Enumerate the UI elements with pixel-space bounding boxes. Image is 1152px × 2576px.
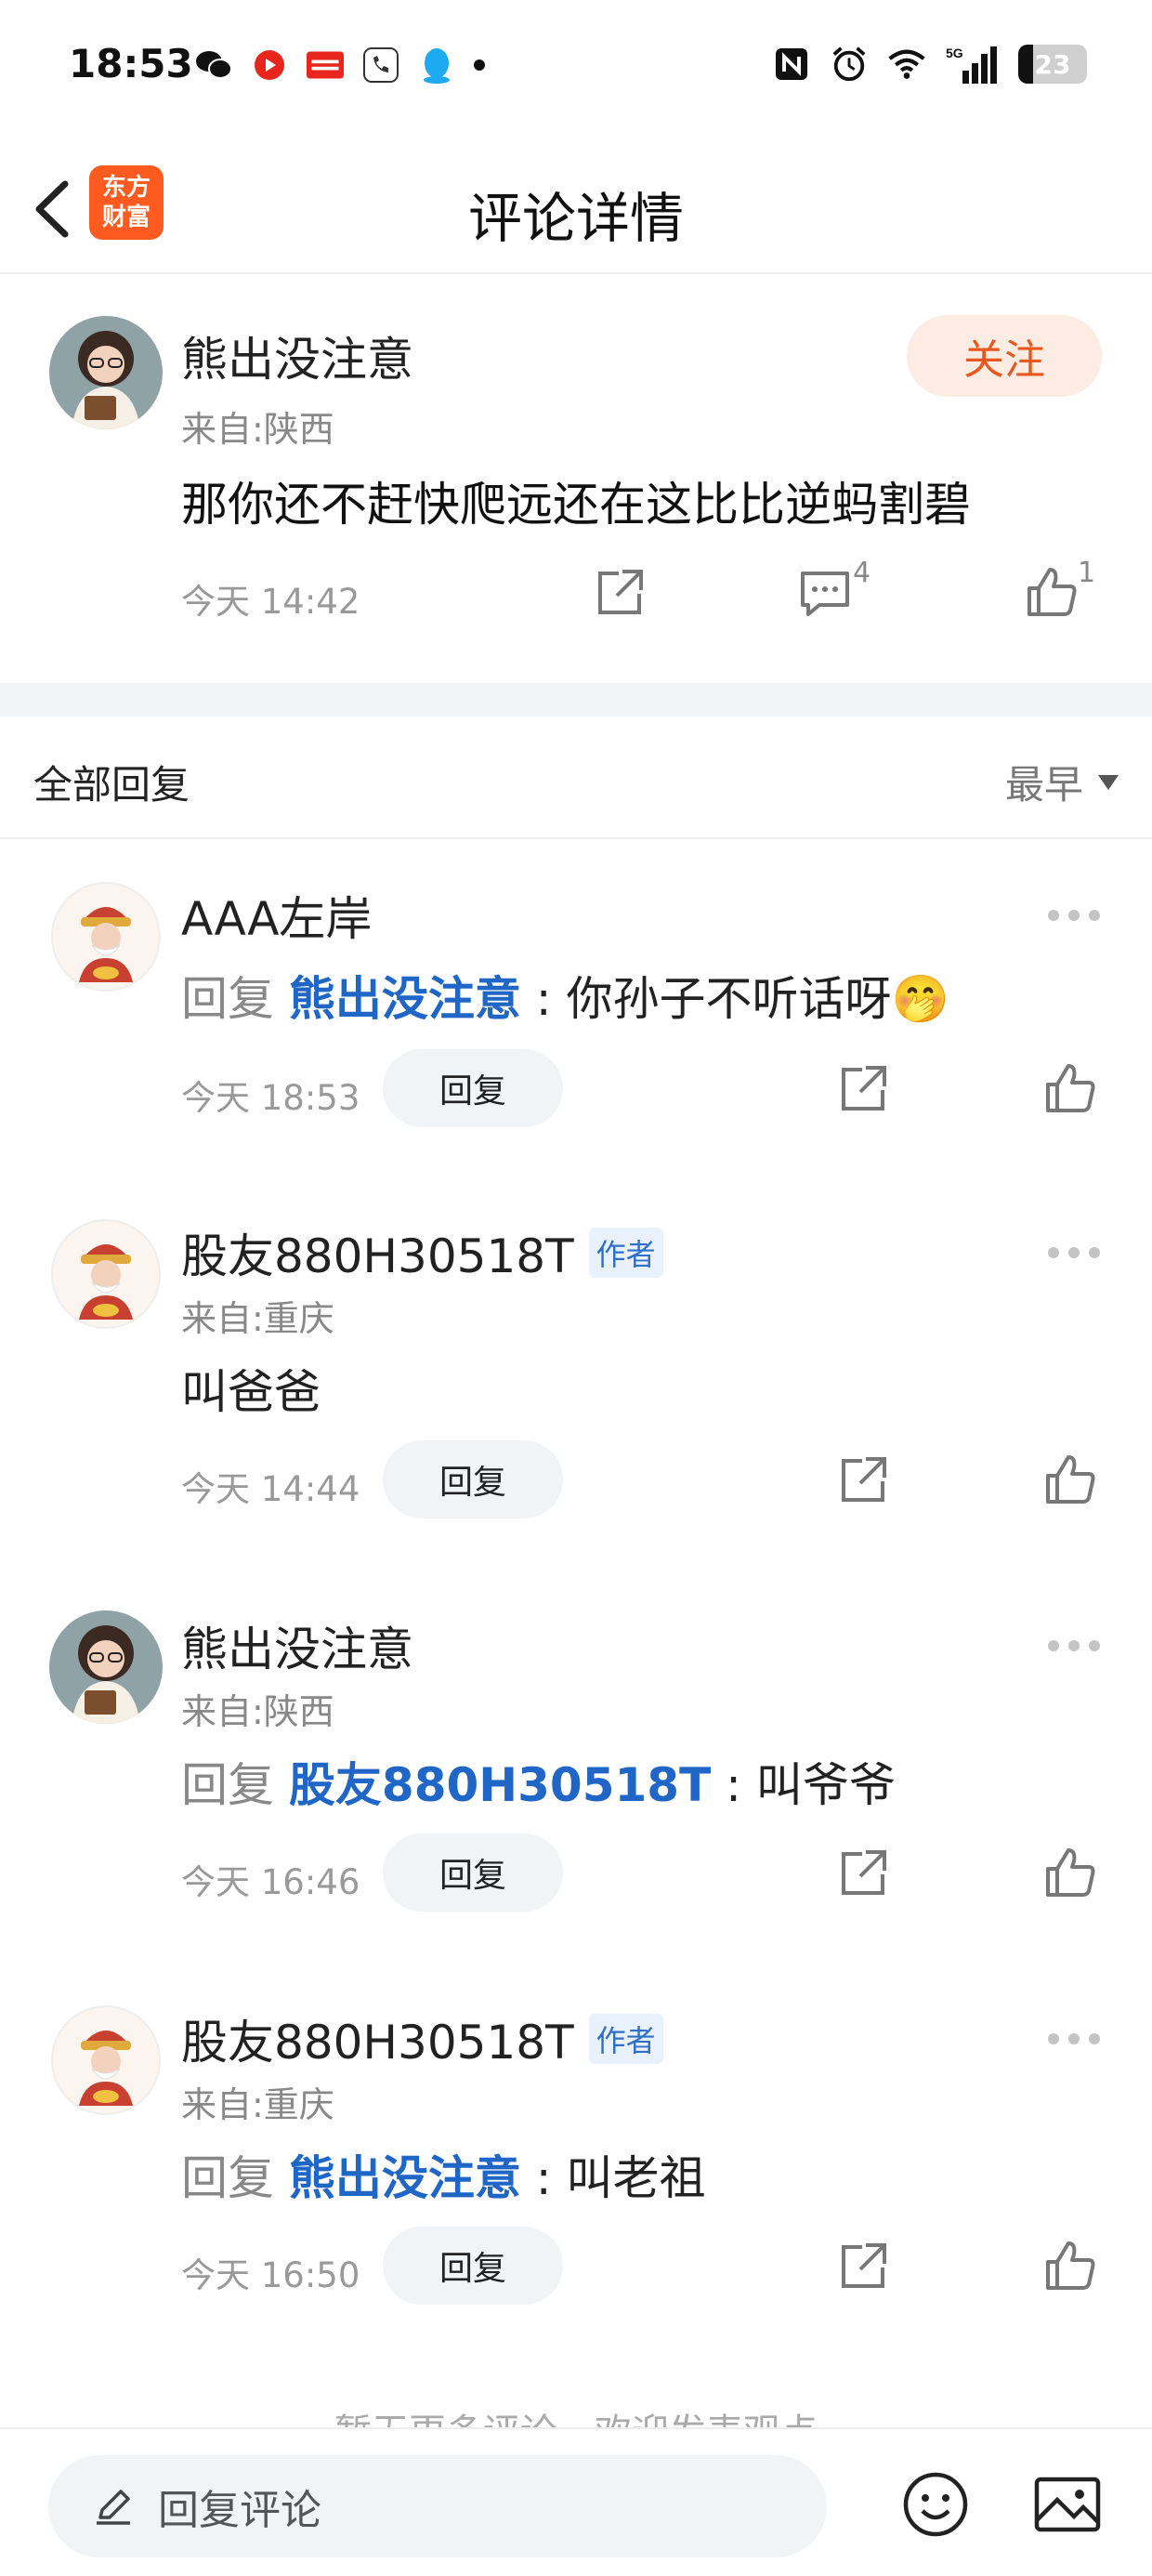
reply-item: 股友880H30518T 作者 来自:重庆 叫爸爸 今天 14:44 回复 [0, 1180, 1152, 1552]
like-icon[interactable] [1024, 564, 1080, 620]
reply-author-name: 股友880H30518T [181, 1229, 574, 1283]
reply-author-name: AAA左岸 [181, 892, 373, 946]
reply-input-placeholder: 回复评论 [158, 2487, 321, 2534]
replies-header: 全部回复 最早 [0, 716, 1152, 839]
more-options-icon[interactable] [1048, 1636, 1104, 1655]
nfc-icon [773, 46, 810, 83]
comment-time: 今天 14:42 [181, 582, 360, 622]
reply-body: 叫爸爸 [181, 1365, 321, 1419]
more-options-icon[interactable] [1048, 906, 1104, 925]
like-icon[interactable] [1042, 1452, 1098, 1507]
reply-author-name: 股友880H30518T [181, 2016, 574, 2070]
reply-location: 来自:重庆 [181, 2084, 334, 2125]
top-nav-bar: 东方财富 评论详情 [0, 139, 1152, 274]
system-icons: 5G 23 [773, 45, 1087, 84]
image-icon[interactable] [1031, 2468, 1104, 2541]
reply-button[interactable]: 回复 [383, 2227, 563, 2305]
reply-body: : 叫爷爷 [711, 1758, 896, 1812]
reply-location: 来自:重庆 [181, 1298, 334, 1339]
reply-item: 股友880H30518T 作者 来自:重庆 回复 熊出没注意 : 叫老祖 今天 1… [0, 1966, 1152, 2338]
like-icon[interactable] [1042, 2238, 1098, 2293]
replies-title: 全部回复 [33, 762, 190, 808]
reply-text: 回复 熊出没注意 : 你孙子不听话呀🤭 [181, 962, 949, 1029]
video-app-icon [251, 46, 288, 84]
reply-button[interactable]: 回复 [383, 1440, 563, 1518]
comment-icon[interactable] [797, 564, 853, 620]
like-icon[interactable] [1042, 1060, 1098, 1116]
reply-body: : 叫老祖 [520, 2151, 706, 2205]
reply-prefix: 回复 [181, 1758, 274, 1812]
reply-location: 来自:陕西 [181, 1691, 334, 1732]
reply-text: 回复 股友880H30518T : 叫爷爷 [181, 1748, 896, 1815]
share-icon[interactable] [836, 1060, 892, 1116]
notification-icons [195, 46, 485, 84]
share-icon[interactable] [836, 2238, 892, 2293]
reply-author-name: 熊出没注意 [181, 1623, 413, 1676]
reply-target-user[interactable]: 熊出没注意 [289, 972, 521, 1026]
phone-app-icon [362, 46, 399, 84]
author-badge: 作者 [588, 2014, 663, 2064]
qq-icon [418, 46, 455, 84]
reply-item: AAA左岸 回复 熊出没注意 : 你孙子不听话呀🤭 今天 18:53 回复 [0, 841, 1152, 1157]
reply-prefix: 回复 [181, 2151, 274, 2205]
reply-text: 回复 熊出没注意 : 叫老祖 [181, 2141, 706, 2208]
sort-dropdown[interactable]: 最早 [1005, 754, 1119, 810]
comment-text: 那你还不赶快爬远还在这比比逆蚂割碧 [181, 478, 971, 532]
reply-time: 今天 14:44 [181, 1469, 360, 1509]
pencil-icon [97, 2490, 130, 2525]
wifi-icon [888, 46, 925, 83]
reply-target-user[interactable]: 股友880H30518T [289, 1758, 711, 1812]
reply-author[interactable]: 股友880H30518T 作者 [181, 2005, 663, 2072]
comment-location: 来自:陕西 [181, 409, 334, 450]
avatar[interactable] [49, 880, 163, 993]
like-icon[interactable] [1042, 1845, 1098, 1900]
reply-target-user[interactable]: 熊出没注意 [289, 2151, 521, 2205]
avatar[interactable] [49, 1217, 163, 1331]
status-bar: 18:53 5G 23 [0, 0, 1152, 139]
share-icon[interactable] [836, 1452, 892, 1507]
triangle-down-icon [1098, 774, 1119, 790]
comment-author[interactable]: 熊出没注意 [181, 322, 413, 389]
reply-text: 叫爸爸 [181, 1355, 321, 1422]
page-title: 评论详情 [467, 187, 684, 250]
more-notifications-icon [474, 59, 485, 71]
reply-author[interactable]: 熊出没注意 [181, 1612, 413, 1679]
like-count: 1 [1078, 557, 1096, 589]
section-divider [0, 683, 1152, 716]
avatar[interactable] [49, 2004, 163, 2117]
sort-label: 最早 [1004, 762, 1083, 808]
reply-time: 今天 16:50 [181, 2255, 360, 2295]
wechat-icon [195, 46, 232, 84]
reply-item: 熊出没注意 来自:陕西 回复 股友880H30518T : 叫爷爷 今天 16:… [0, 1573, 1152, 1945]
signal-icon: 5G [946, 46, 998, 84]
reply-body: : 你孙子不听话呀🤭 [520, 972, 949, 1026]
reply-button[interactable]: 回复 [383, 1049, 563, 1127]
author-badge: 作者 [588, 1228, 663, 1278]
emoji-icon[interactable] [899, 2468, 972, 2541]
reply-author[interactable]: 股友880H30518T 作者 [181, 1219, 663, 1286]
follow-button[interactable]: 关注 [907, 315, 1102, 397]
more-options-icon[interactable] [1048, 1243, 1104, 1262]
share-icon[interactable] [836, 1845, 892, 1900]
status-time: 18:53 [69, 41, 193, 86]
toutiao-icon [307, 46, 344, 84]
svg-text:5G: 5G [946, 46, 963, 60]
reply-button[interactable]: 回复 [383, 1833, 563, 1912]
comment-count: 4 [853, 557, 871, 589]
reply-time: 今天 16:46 [181, 1862, 360, 1902]
main-comment: 熊出没注意 关注 来自:陕西 那你还不赶快爬远还在这比比逆蚂割碧 今天 14:4… [0, 274, 1152, 683]
more-options-icon[interactable] [1048, 2030, 1104, 2048]
bottom-input-bar: 回复评论 [0, 2427, 1152, 2576]
reply-prefix: 回复 [181, 972, 274, 1026]
alarm-icon [831, 46, 868, 83]
reply-input[interactable]: 回复评论 [48, 2455, 827, 2557]
reply-author[interactable]: AAA左岸 [181, 882, 372, 949]
battery-indicator: 23 [1018, 45, 1087, 84]
avatar[interactable] [49, 1610, 163, 1724]
avatar[interactable] [49, 316, 163, 429]
share-icon[interactable] [593, 564, 648, 620]
reply-time: 今天 18:53 [181, 1078, 360, 1118]
